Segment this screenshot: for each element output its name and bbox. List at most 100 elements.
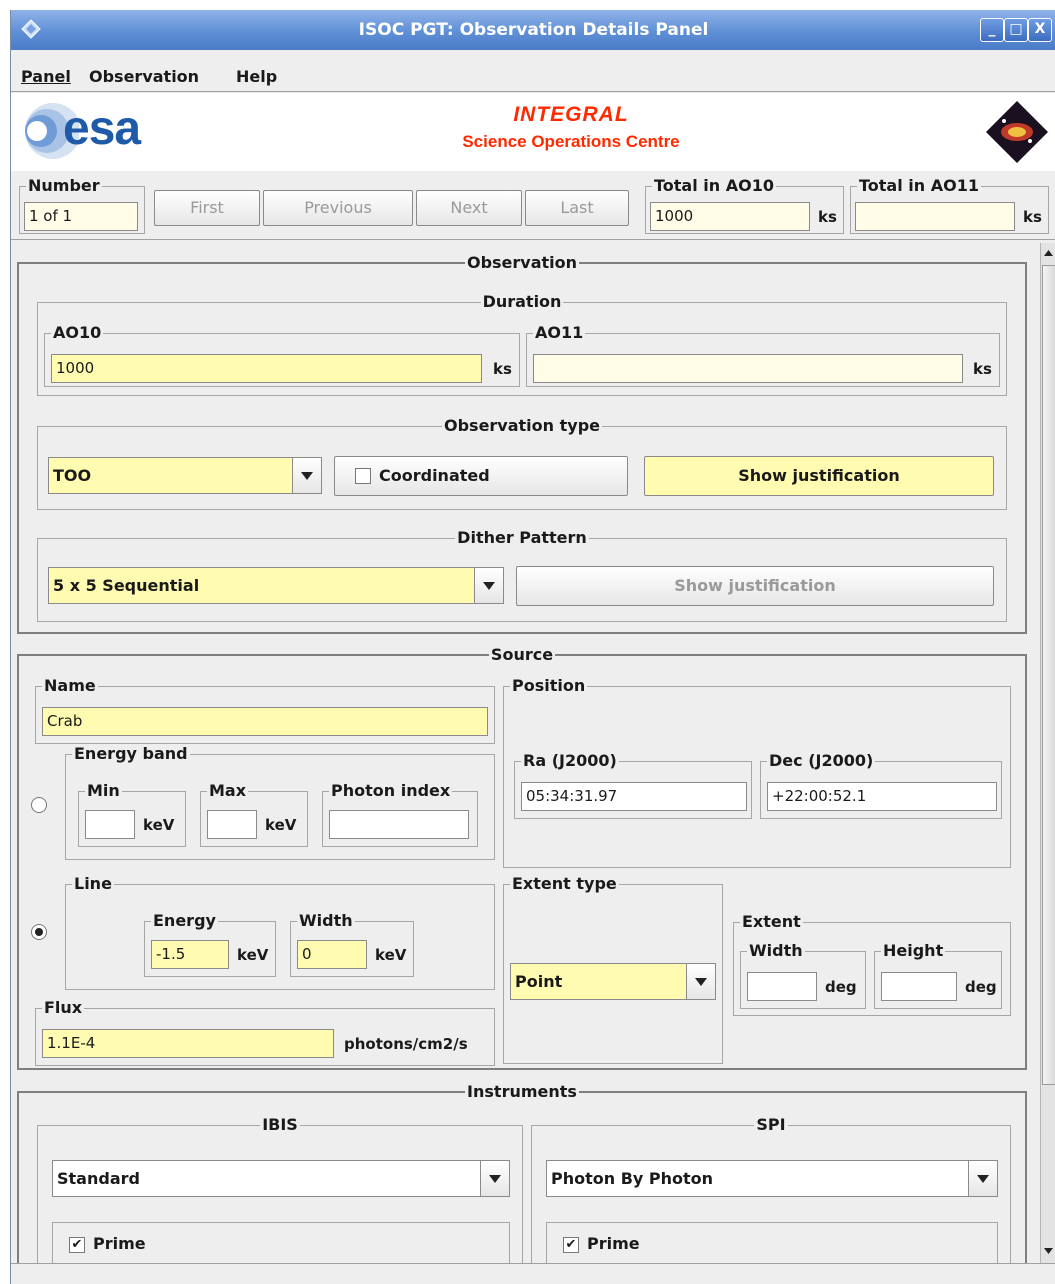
esa-logo: esa bbox=[63, 102, 141, 155]
flux-label: Flux bbox=[42, 998, 85, 1018]
ibis-group: IBIS Standard ✔ Prime bbox=[37, 1115, 523, 1284]
status-bar bbox=[11, 1263, 1055, 1284]
energy-band-radio[interactable] bbox=[31, 797, 47, 813]
observation-type-group: Observation type TOO Coordinated Show ju… bbox=[37, 416, 1007, 510]
dither-show-justification-button[interactable]: Show justification bbox=[516, 566, 994, 606]
extent-height-field[interactable] bbox=[881, 972, 957, 1001]
extent-width-label: Width bbox=[747, 941, 805, 961]
min-label: Min bbox=[85, 781, 122, 801]
source-name-field[interactable]: Crab bbox=[42, 707, 488, 736]
ao10-group: AO10 1000 ks bbox=[44, 323, 520, 387]
ibis-title: IBIS bbox=[260, 1115, 300, 1134]
line-width-field[interactable]: 0 bbox=[297, 940, 367, 969]
source-title: Source bbox=[488, 645, 556, 664]
scroll-down-icon[interactable] bbox=[1041, 1241, 1055, 1261]
total-ao10-group: Total in AO10 1000 ks bbox=[645, 176, 844, 234]
line-width-label: Width bbox=[297, 911, 355, 931]
number-label: Number bbox=[26, 176, 102, 196]
line-energy-field[interactable]: -1.5 bbox=[151, 940, 229, 969]
chevron-down-icon[interactable] bbox=[292, 458, 321, 493]
observation-show-justification-button[interactable]: Show justification bbox=[644, 456, 994, 496]
observation-type-value: TOO bbox=[53, 466, 92, 485]
ibis-mode-value: Standard bbox=[57, 1169, 140, 1188]
dither-pattern-select[interactable]: 5 x 5 Sequential bbox=[48, 567, 504, 604]
total-ao11-field[interactable] bbox=[855, 202, 1015, 231]
dither-pattern-value: 5 x 5 Sequential bbox=[53, 576, 200, 595]
mission-title: INTEGRAL bbox=[513, 103, 629, 126]
next-button[interactable]: Next bbox=[416, 190, 522, 226]
observation-type-title: Observation type bbox=[441, 416, 602, 435]
extent-height-label: Height bbox=[881, 941, 946, 961]
ibis-mode-select[interactable]: Standard bbox=[52, 1160, 510, 1197]
total-ao10-unit: ks bbox=[818, 208, 837, 226]
extent-width-field[interactable] bbox=[747, 972, 817, 1001]
spi-mode-select[interactable]: Photon By Photon bbox=[546, 1160, 998, 1197]
ra-label: Ra (J2000) bbox=[521, 751, 619, 771]
observation-title: Observation bbox=[464, 253, 580, 272]
first-button[interactable]: First bbox=[154, 190, 260, 226]
title-bar[interactable]: ISOC PGT: Observation Details Panel _ □ … bbox=[11, 10, 1055, 50]
flux-unit: photons/cm2/s bbox=[344, 1035, 468, 1053]
ao10-duration-field[interactable]: 1000 bbox=[51, 354, 482, 383]
close-button[interactable]: X bbox=[1028, 18, 1052, 42]
chevron-down-icon[interactable] bbox=[686, 964, 715, 999]
extent-width-unit: deg bbox=[825, 978, 857, 996]
spi-group: SPI Photon By Photon ✔ Prime bbox=[531, 1115, 1011, 1284]
number-field[interactable]: 1 of 1 bbox=[24, 202, 138, 231]
min-group: Min keV bbox=[78, 781, 186, 847]
photon-index-field[interactable] bbox=[329, 810, 469, 839]
energy-max-field[interactable] bbox=[207, 810, 257, 839]
application-window: ISOC PGT: Observation Details Panel _ □ … bbox=[10, 10, 1055, 1284]
total-ao10-field[interactable]: 1000 bbox=[650, 202, 810, 231]
total-ao10-label: Total in AO10 bbox=[652, 176, 776, 196]
last-button[interactable]: Last bbox=[525, 190, 629, 226]
menu-panel[interactable]: Panel bbox=[21, 67, 71, 86]
ao11-duration-field[interactable] bbox=[533, 354, 963, 383]
coordinated-checkbox[interactable]: Coordinated bbox=[334, 456, 628, 496]
flux-field[interactable]: 1.1E-4 bbox=[42, 1029, 334, 1058]
navigation-toolbar: Number 1 of 1 First Previous Next Last T… bbox=[11, 172, 1055, 240]
max-unit: keV bbox=[265, 816, 297, 834]
previous-button[interactable]: Previous bbox=[263, 190, 413, 226]
menu-observation[interactable]: Observation bbox=[89, 67, 199, 86]
line-group: Line Energy -1.5 keV Width 0 keV bbox=[65, 874, 495, 990]
duration-title: Duration bbox=[480, 292, 564, 311]
vertical-scrollbar[interactable] bbox=[1040, 243, 1055, 1263]
ao11-group: AO11 ks bbox=[526, 323, 1000, 387]
dec-field[interactable]: +22:00:52.1 bbox=[767, 782, 997, 811]
dither-pattern-title: Dither Pattern bbox=[455, 528, 589, 547]
chevron-down-icon[interactable] bbox=[968, 1161, 997, 1196]
extent-type-select[interactable]: Point bbox=[510, 963, 716, 1000]
line-radio[interactable] bbox=[31, 924, 47, 940]
ibis-prime-check-icon[interactable]: ✔ bbox=[69, 1237, 85, 1253]
menu-bar: Panel Observation Help bbox=[11, 50, 1055, 92]
min-unit: keV bbox=[143, 816, 175, 834]
spi-prime-check-icon[interactable]: ✔ bbox=[563, 1237, 579, 1253]
line-energy-unit: keV bbox=[237, 946, 269, 964]
number-group: Number 1 of 1 bbox=[19, 176, 145, 234]
position-title: Position bbox=[510, 676, 588, 696]
dec-group: Dec (J2000) +22:00:52.1 bbox=[760, 751, 1002, 819]
scrollbar-thumb[interactable] bbox=[1042, 265, 1055, 1085]
ao10-label: AO10 bbox=[51, 323, 104, 343]
observation-type-select[interactable]: TOO bbox=[48, 457, 322, 494]
coordinated-check-icon[interactable] bbox=[355, 468, 371, 484]
line-width-unit: keV bbox=[375, 946, 407, 964]
ao10-unit: ks bbox=[493, 360, 512, 378]
banner: esa INTEGRAL Science Operations Centre bbox=[11, 93, 1055, 171]
scroll-up-icon[interactable] bbox=[1041, 243, 1055, 263]
extent-width-group: Width deg bbox=[740, 941, 866, 1009]
energy-min-field[interactable] bbox=[85, 810, 135, 839]
extent-type-group: Extent type Point bbox=[503, 874, 723, 1064]
ra-group: Ra (J2000) 05:34:31.97 bbox=[514, 751, 752, 819]
maximize-button[interactable]: □ bbox=[1004, 18, 1028, 42]
centre-title: Science Operations Centre bbox=[462, 132, 680, 151]
max-group: Max keV bbox=[200, 781, 308, 847]
chevron-down-icon[interactable] bbox=[480, 1161, 509, 1196]
minimize-button[interactable]: _ bbox=[980, 18, 1004, 42]
content-area: Observation Duration AO10 1000 ks AO11 k… bbox=[11, 241, 1040, 1284]
total-ao11-label: Total in AO11 bbox=[857, 176, 981, 196]
chevron-down-icon[interactable] bbox=[474, 568, 503, 603]
ra-field[interactable]: 05:34:31.97 bbox=[521, 782, 747, 811]
menu-help[interactable]: Help bbox=[236, 67, 277, 86]
